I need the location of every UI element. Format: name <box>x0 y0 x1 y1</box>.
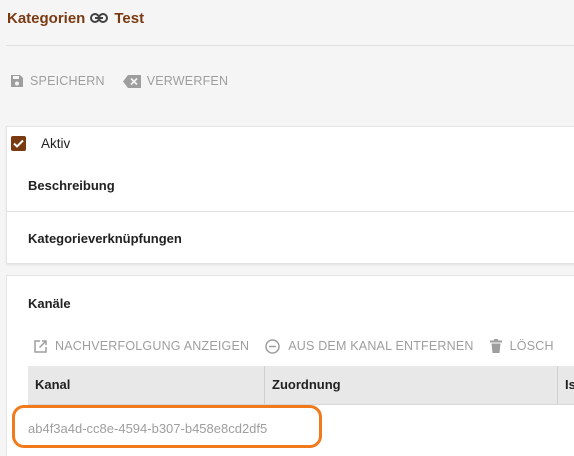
show-tracking-button[interactable]: NACHVERFOLGUNG ANZEIGEN <box>34 339 249 353</box>
remove-from-channel-label: AUS DEM KANAL ENTFERNEN <box>288 339 474 353</box>
remove-from-channel-button[interactable]: AUS DEM KANAL ENTFERNEN <box>265 338 474 354</box>
channel-id-cell: ab4f3a4d-cc8e-4594-b307-b458e8cd2df5 <box>28 421 268 436</box>
description-heading: Beschreibung <box>28 178 115 193</box>
link-icon <box>90 13 109 23</box>
category-form-card: Aktiv Beschreibung Kategorieverknüpfunge… <box>6 126 574 264</box>
show-tracking-label: NACHVERFOLGUNG ANZEIGEN <box>55 339 250 353</box>
active-row: Aktiv <box>11 136 70 151</box>
delete-button[interactable]: LÖSCH <box>489 339 554 353</box>
channels-toolbar: NACHVERFOLGUNG ANZEIGEN AUS DEM KANAL EN… <box>34 337 570 355</box>
page-title: Kategorien Test <box>7 8 144 28</box>
column-header-channel[interactable]: Kanal <box>28 366 265 404</box>
header-divider <box>6 45 574 46</box>
active-label: Aktiv <box>41 136 71 151</box>
save-label: SPEICHERN <box>30 74 105 88</box>
save-button[interactable]: SPEICHERN <box>10 74 105 88</box>
delete-label: LÖSCH <box>509 339 554 353</box>
channels-table-header: Kanal Zuordnung Ist <box>28 366 574 405</box>
breadcrumb-section[interactable]: Kategorien <box>7 10 85 27</box>
backspace-icon <box>122 74 141 88</box>
category-name: Test <box>114 9 145 27</box>
trash-icon <box>489 339 502 353</box>
active-checkbox[interactable] <box>11 136 26 151</box>
category-links-heading: Kategorieverknüpfungen <box>28 231 182 246</box>
channels-card: Kanäle NACHVERFOLGUNG ANZEIGEN AUS DEM K… <box>6 275 574 456</box>
description-section[interactable]: Beschreibung <box>7 161 574 212</box>
open-in-new-icon <box>34 339 47 353</box>
main-toolbar: SPEICHERN VERWERFEN <box>10 72 246 90</box>
save-icon <box>11 75 23 87</box>
discard-button[interactable]: VERWERFEN <box>122 74 229 88</box>
channels-heading: Kanäle <box>28 296 71 311</box>
column-header-assignment[interactable]: Zuordnung <box>265 366 558 404</box>
check-icon <box>13 139 24 148</box>
table-row[interactable]: ab4f3a4d-cc8e-4594-b307-b458e8cd2df5 <box>28 405 574 451</box>
discard-label: VERWERFEN <box>146 74 229 88</box>
category-links-section[interactable]: Kategorieverknüpfungen <box>7 212 574 262</box>
remove-circle-icon <box>265 338 280 354</box>
column-header-is[interactable]: Ist <box>558 366 574 404</box>
